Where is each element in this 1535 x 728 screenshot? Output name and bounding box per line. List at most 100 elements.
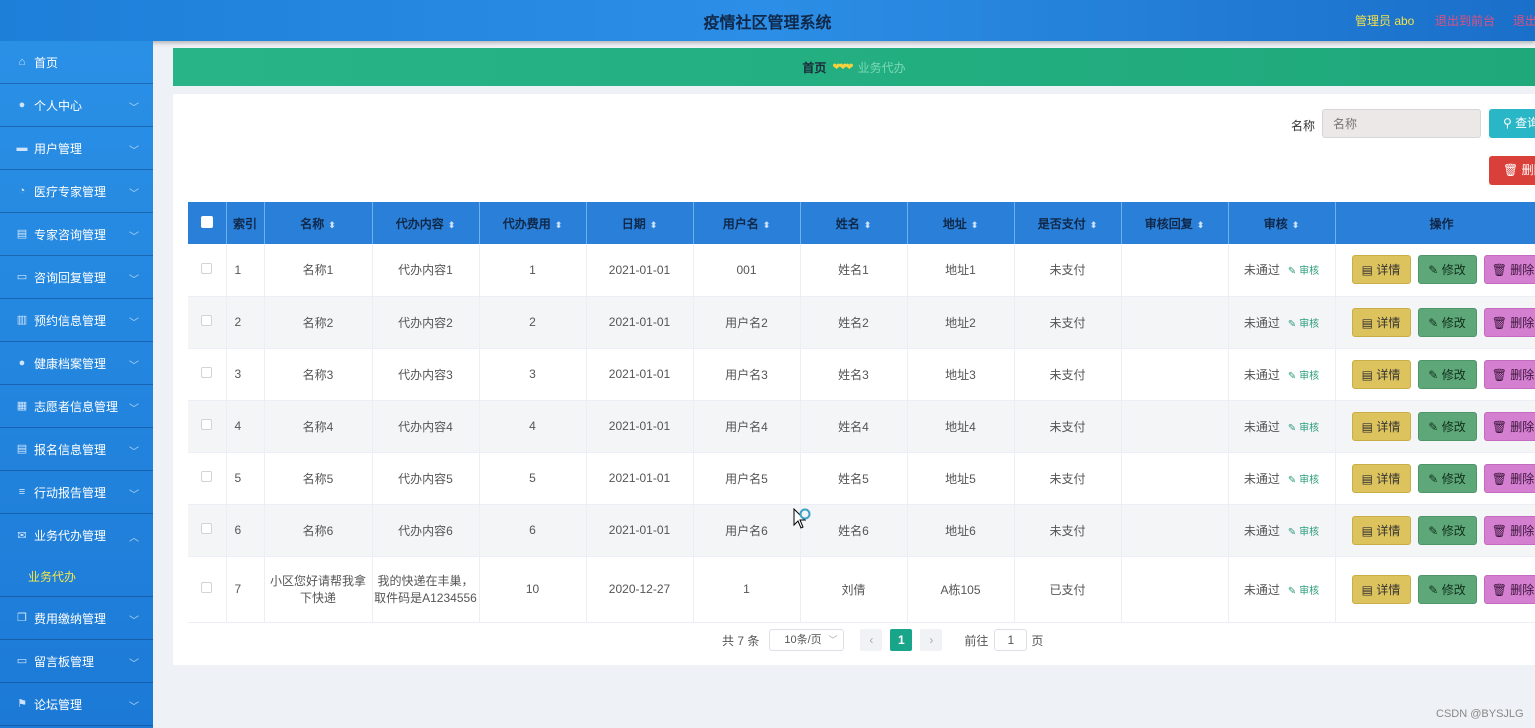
detail-button[interactable]: ▤ 详情 <box>1351 359 1411 389</box>
detail-button[interactable]: ▤ 详情 <box>1351 307 1411 337</box>
page-number-current[interactable]: 1 <box>890 629 913 651</box>
sidebar-item-business-agency[interactable]: ✉ 业务代办管理 ︿ <box>0 514 153 557</box>
home-icon: ⌂ <box>18 56 26 68</box>
audit-link[interactable]: ✎ 审核 <box>1288 319 1319 330</box>
delete-button[interactable]: 🗑 删除 <box>1483 307 1535 337</box>
edit-button[interactable]: ✎ 修改 <box>1417 574 1477 604</box>
sidebar-item-registrations[interactable]: ▤ 报名信息管理 ﹀ <box>0 428 153 471</box>
audit-link[interactable]: ✎ 审核 <box>1288 266 1319 277</box>
audit-link[interactable]: ✎ 审核 <box>1288 371 1319 382</box>
bulk-delete-button[interactable]: 🗑 删除 <box>1489 156 1535 185</box>
search-button[interactable]: ⚲ 查询 <box>1489 109 1535 138</box>
next-page-button[interactable]: › <box>920 629 943 651</box>
column-header[interactable]: 用户名 ⬍ <box>693 202 801 244</box>
detail-button[interactable]: ▤ 详情 <box>1351 515 1411 545</box>
grid-icon: ▦ <box>16 400 28 412</box>
table-row: 4 名称4 代办内容4 4 2021-01-01 用户名4 姓名4 地址4 未支付 未通过 ✎ 审核… <box>188 400 1535 453</box>
cell-content: 代办内容3 <box>372 348 480 401</box>
delete-button[interactable]: 🗑 删除 <box>1483 359 1535 389</box>
logout-link[interactable]: 退出登录 <box>1513 12 1535 29</box>
edit-button[interactable]: ✎ 修改 <box>1417 359 1477 389</box>
delete-button[interactable]: 🗑 删除 <box>1483 515 1535 545</box>
detail-button[interactable]: ▤ 详情 <box>1351 255 1411 285</box>
cell-audit: 未通过 ✎ 审核 <box>1228 296 1336 349</box>
audit-link-label: 审核 <box>1299 585 1320 597</box>
cell-reply <box>1121 400 1229 453</box>
row-checkbox[interactable] <box>201 419 213 430</box>
sidebar-item-label: 首页 <box>34 55 59 70</box>
sort-icon[interactable]: ⬍ <box>1090 220 1098 230</box>
sort-icon[interactable]: ⬍ <box>1292 220 1300 230</box>
sort-icon[interactable]: ⬍ <box>763 220 771 230</box>
sidebar-item-users[interactable]: ▬ 用户管理 ﹀ <box>0 127 153 170</box>
sidebar-item-expert-consult[interactable]: ▤ 专家咨询管理 ﹀ <box>0 213 153 256</box>
sidebar-item-personal-center[interactable]: ● 个人中心 ﹀ <box>0 84 153 127</box>
sidebar-item-label: 预约信息管理 <box>34 313 107 328</box>
prev-page-button[interactable]: ‹ <box>860 629 883 651</box>
edit-button[interactable]: ✎ 修改 <box>1417 307 1477 337</box>
sort-icon[interactable]: ⬍ <box>328 220 336 230</box>
submenu-item-business-agency[interactable]: 业务代办 <box>0 557 153 597</box>
column-header[interactable]: 是否支付 ⬍ <box>1014 202 1122 244</box>
row-checkbox[interactable] <box>201 471 213 482</box>
edit-button[interactable]: ✎ 修改 <box>1417 515 1477 545</box>
sidebar-item-label: 报名信息管理 <box>34 442 107 457</box>
audit-link[interactable]: ✎ 审核 <box>1288 475 1319 486</box>
column-header[interactable]: 代办费用 ⬍ <box>479 202 587 244</box>
sidebar-item-forum[interactable]: ⚑ 论坛管理 ﹀ <box>0 683 153 726</box>
edit-button[interactable]: ✎ 修改 <box>1417 255 1477 285</box>
cell-content: 我的快递在丰巢，取件码是A1234556 <box>372 556 480 623</box>
detail-button[interactable]: ▤ 详情 <box>1351 463 1411 493</box>
row-checkbox-cell <box>188 244 227 297</box>
column-header[interactable]: 地址 ⬍ <box>907 202 1015 244</box>
sort-icon[interactable]: ⬍ <box>1197 220 1205 230</box>
audit-link[interactable]: ✎ 审核 <box>1288 423 1319 434</box>
column-header[interactable]: 审核回复 ⬍ <box>1121 202 1229 244</box>
column-header[interactable]: 代办内容 ⬍ <box>372 202 480 244</box>
sidebar-item-fee-payment[interactable]: ❐ 费用缴纳管理 ﹀ <box>0 597 153 640</box>
cell-content: 代办内容4 <box>372 400 480 453</box>
sort-icon[interactable]: ⬍ <box>448 220 456 230</box>
edit-pen-icon: ✎ <box>1287 585 1300 597</box>
cell-audit: 未通过 ✎ 审核 <box>1228 556 1336 623</box>
sidebar-item-consult-reply[interactable]: ▭ 咨询回复管理 ﹀ <box>0 256 153 299</box>
column-header[interactable]: 姓名 ⬍ <box>800 202 908 244</box>
delete-button[interactable]: 🗑 删除 <box>1483 574 1535 604</box>
back-to-front-link[interactable]: 退出到前台 <box>1435 12 1495 29</box>
audit-link[interactable]: ✎ 审核 <box>1288 527 1319 538</box>
delete-button[interactable]: 🗑 删除 <box>1483 255 1535 285</box>
edit-button[interactable]: ✎ 修改 <box>1417 411 1477 441</box>
sidebar-item-home[interactable]: ⌂ 首页 <box>0 41 153 84</box>
row-checkbox[interactable] <box>201 523 213 534</box>
sidebar-item-medical-experts[interactable]: ◔ 医疗专家管理 ﹀ <box>0 170 153 213</box>
row-checkbox[interactable] <box>201 262 213 274</box>
sidebar-item-action-reports[interactable]: ≡ 行动报告管理 ﹀ <box>0 471 153 514</box>
delete-button[interactable]: 🗑 删除 <box>1483 463 1535 493</box>
detail-button[interactable]: ▤ 详情 <box>1351 411 1411 441</box>
page-size-select[interactable]: 10条/页 ﹀ <box>769 629 845 651</box>
column-header[interactable]: 名称 ⬍ <box>264 202 373 244</box>
row-checkbox[interactable] <box>201 582 213 593</box>
audit-link[interactable]: ✎ 审核 <box>1288 586 1319 597</box>
delete-button[interactable]: 🗑 删除 <box>1483 411 1535 441</box>
sidebar-item-health-records[interactable]: ● 健康档案管理 ﹀ <box>0 342 153 385</box>
breadcrumb-home[interactable]: 首页 <box>802 59 826 76</box>
sidebar-item-message-board[interactable]: ▭ 留言板管理 ﹀ <box>0 640 153 683</box>
sidebar-item-volunteers[interactable]: ▦ 志愿者信息管理 ﹀ <box>0 385 153 428</box>
detail-button[interactable]: ▤ 详情 <box>1351 574 1411 604</box>
sidebar-item-appointments[interactable]: ▥ 预约信息管理 ﹀ <box>0 299 153 342</box>
column-header[interactable]: 审核 ⬍ <box>1228 202 1336 244</box>
sort-icon[interactable]: ⬍ <box>864 220 872 230</box>
sort-icon[interactable]: ⬍ <box>650 220 658 230</box>
edit-button[interactable]: ✎ 修改 <box>1417 463 1477 493</box>
sort-icon[interactable]: ⬍ <box>971 220 979 230</box>
sort-icon[interactable]: ⬍ <box>555 220 563 230</box>
select-all-checkbox[interactable] <box>188 202 227 244</box>
row-checkbox[interactable] <box>201 315 213 326</box>
column-header[interactable]: 日期 ⬍ <box>586 202 694 244</box>
row-checkbox[interactable] <box>201 367 213 378</box>
goto-page-input[interactable]: 1 <box>994 629 1028 651</box>
cell-fee: 10 <box>479 556 587 623</box>
search-input[interactable] <box>1322 109 1481 138</box>
sidebar-item-label: 留言板管理 <box>34 654 95 669</box>
